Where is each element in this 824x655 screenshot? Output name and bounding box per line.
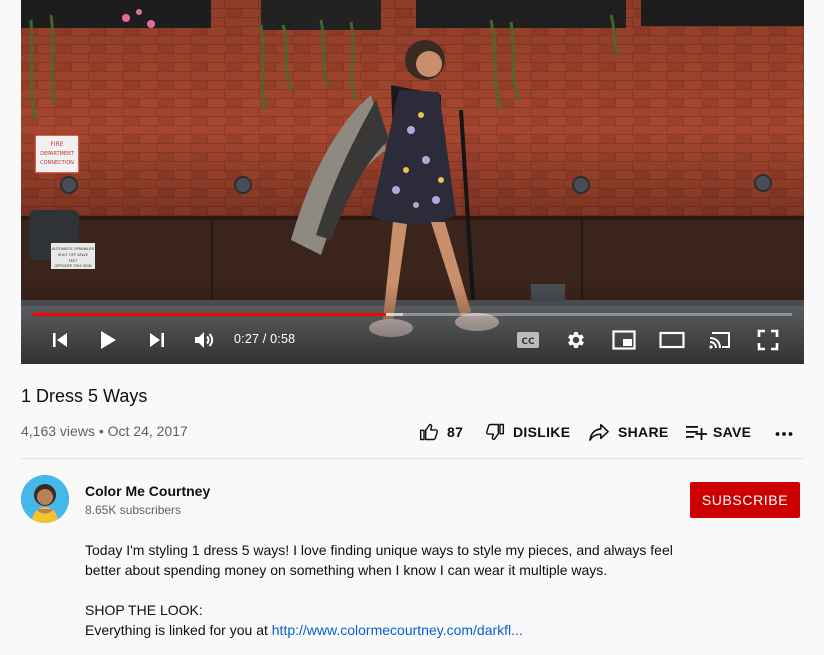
fullscreen-button[interactable] xyxy=(753,325,783,355)
video-player[interactable]: FIRE DEPARTMENT CONNECTION AUTOMATIC SPR… xyxy=(21,0,804,364)
volume-icon xyxy=(195,332,214,348)
play-icon xyxy=(101,331,116,349)
miniplayer-button[interactable] xyxy=(609,325,639,355)
settings-button[interactable] xyxy=(561,325,591,355)
cast-button[interactable] xyxy=(705,325,735,355)
description-line: Today I'm styling 1 dress 5 ways! I love… xyxy=(85,542,673,558)
video-title: 1 Dress 5 Ways xyxy=(21,386,148,406)
section-divider xyxy=(21,458,804,459)
video-description: Today I'm styling 1 dress 5 ways! I love… xyxy=(85,540,705,640)
description-link[interactable]: http://www.colormecourtney.com/darkfl... xyxy=(272,622,523,638)
description-line: better about spending money on something… xyxy=(85,562,608,578)
channel-avatar[interactable] xyxy=(21,475,69,523)
channel-name[interactable]: Color Me Courtney xyxy=(85,483,210,499)
more-actions-button[interactable] xyxy=(774,419,794,445)
save-label: SAVE xyxy=(713,424,752,440)
share-icon xyxy=(589,423,609,441)
miniplayer-icon xyxy=(612,330,636,350)
volume-button[interactable] xyxy=(189,325,219,355)
like-button[interactable]: 87 xyxy=(419,419,463,445)
subscribe-button[interactable]: SUBSCRIBE xyxy=(690,482,800,518)
time-display: 0:27 / 0:58 xyxy=(234,332,296,346)
like-count: 87 xyxy=(447,424,464,440)
dislike-label: DISLIKE xyxy=(513,424,571,440)
svg-text:AUTOMATIC SPRINKLER: AUTOMATIC SPRINKLER xyxy=(52,247,95,251)
svg-text:FIRE: FIRE xyxy=(50,141,63,148)
next-button[interactable] xyxy=(142,325,172,355)
thumbs-down-icon xyxy=(486,423,505,441)
skip-previous-icon xyxy=(53,333,67,347)
play-button[interactable] xyxy=(93,325,123,355)
captions-button[interactable]: CC xyxy=(513,325,543,355)
gear-icon xyxy=(568,332,584,348)
progress-bar[interactable] xyxy=(33,313,792,316)
dislike-button[interactable]: DISLIKE xyxy=(485,419,570,445)
subscriber-count: 8.65K subscribers xyxy=(85,503,182,517)
theater-mode-button[interactable] xyxy=(657,325,687,355)
description-line: SHOP THE LOOK: xyxy=(85,602,203,618)
closed-captions-icon: CC xyxy=(517,332,539,348)
svg-text:OPPOSITE THIS SIGN: OPPOSITE THIS SIGN xyxy=(54,264,91,268)
svg-text:SHUT OFF VALVE: SHUT OFF VALVE xyxy=(58,253,89,257)
theater-mode-icon xyxy=(659,331,685,349)
svg-text:CONNECTION: CONNECTION xyxy=(40,160,74,166)
description-gap xyxy=(85,580,705,600)
share-label: SHARE xyxy=(618,424,669,440)
more-horizontal-icon xyxy=(775,432,793,436)
description-line: Everything is linked for you at http://w… xyxy=(85,620,705,640)
avatar-image xyxy=(21,475,69,523)
playlist-add-icon xyxy=(686,426,707,440)
cast-icon xyxy=(709,332,730,349)
previous-button[interactable] xyxy=(45,325,75,355)
thumbs-up-icon xyxy=(419,423,438,441)
save-button[interactable]: SAVE xyxy=(685,419,751,445)
description-text: Everything is linked for you at xyxy=(85,622,272,638)
share-button[interactable]: SHARE xyxy=(588,419,669,445)
svg-text:DEPARTMENT: DEPARTMENT xyxy=(40,151,75,157)
svg-text:FEET: FEET xyxy=(69,259,79,263)
fullscreen-icon xyxy=(757,329,779,351)
svg-text:CC: CC xyxy=(521,337,535,347)
skip-next-icon xyxy=(150,333,164,347)
progress-played xyxy=(33,313,386,316)
video-actions: 87 DISLIKE SHARE SAVE xyxy=(0,419,824,445)
